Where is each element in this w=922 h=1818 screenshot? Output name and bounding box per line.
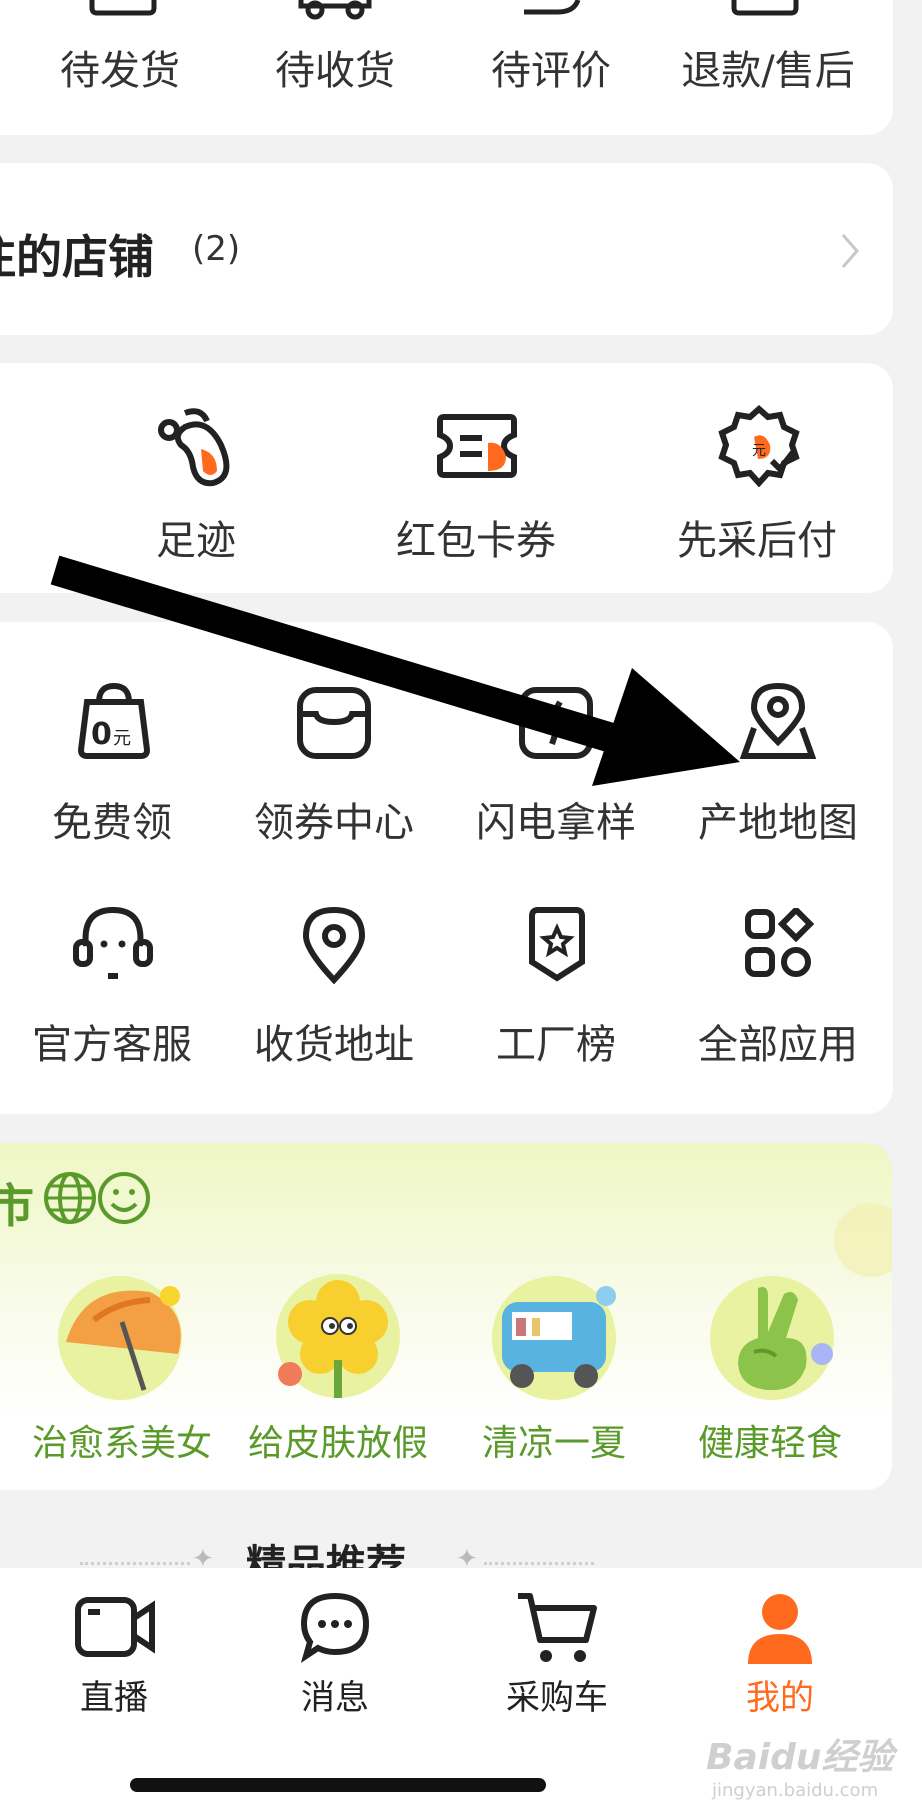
video-camera-icon [75,1597,155,1657]
globe-smile-icon [44,1172,150,1224]
tab-label: 消息 [301,1678,369,1718]
person-icon [748,1594,812,1664]
tab-label: 采购车 [506,1678,608,1718]
flower-icon [276,1274,400,1398]
market-label: 清凉一夏 [481,1423,627,1464]
decor-flower [834,1203,892,1277]
watermark-text: Baidu经验 [706,1737,894,1778]
watermark-sub: jingyan.baidu.com [712,1780,879,1801]
market-label: 给皮肤放假 [247,1423,429,1464]
market-label: 健康轻食 [697,1423,843,1464]
victory-hand-icon [710,1276,834,1400]
umbrella-icon [58,1276,182,1400]
bus-icon [492,1276,616,1400]
tab-label: 直播 [80,1678,148,1718]
market-title: 市 [0,1179,34,1233]
watermark: Baidu经验 jingyan.baidu.com [706,1728,893,1801]
tab-label: 我的 [746,1678,814,1718]
chat-bubble-icon [300,1592,370,1664]
cart-icon [518,1593,597,1662]
heading-divider-right [484,1562,594,1565]
heading-divider-left [80,1562,190,1565]
annotation-arrow [50,555,740,786]
home-indicator[interactable] [130,1778,546,1792]
market-label: 治愈系美女 [31,1423,213,1464]
